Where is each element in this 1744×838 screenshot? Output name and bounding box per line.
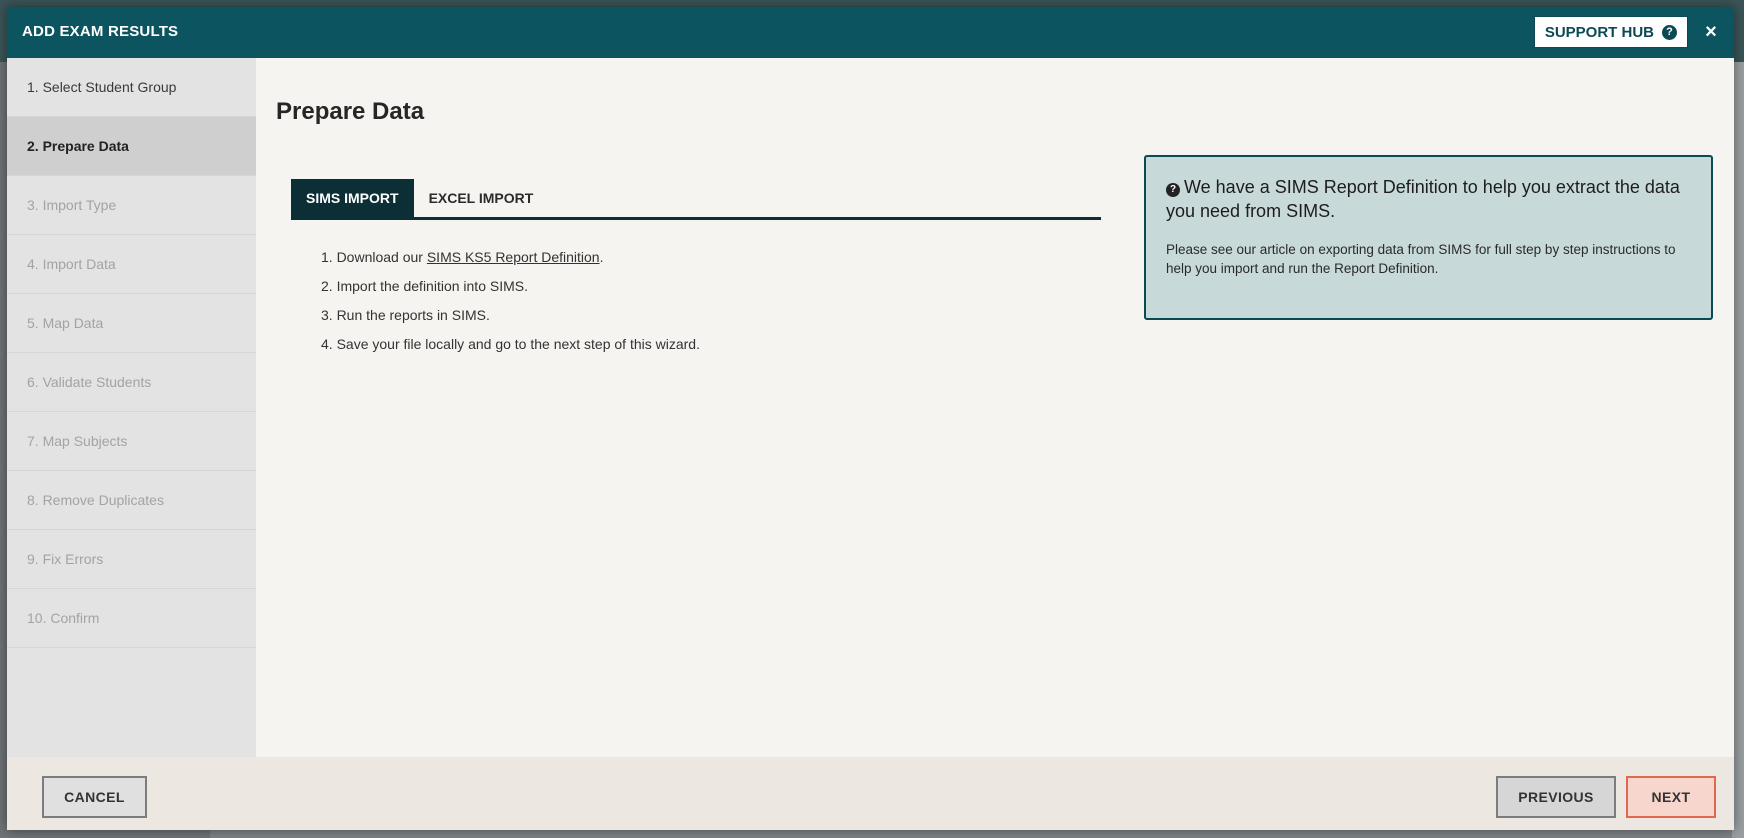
- step-select-student-group[interactable]: 1. Select Student Group: [7, 58, 256, 117]
- add-exam-results-modal: ADD EXAM RESULTS SUPPORT HUB ? × 1. Sele…: [7, 7, 1734, 830]
- instruction-4: 4. Save your file locally and go to the …: [321, 336, 700, 352]
- modal-header: ADD EXAM RESULTS SUPPORT HUB ? ×: [7, 7, 1734, 58]
- sims-info-box: ? We have a SIMS Report Definition to hel…: [1144, 155, 1713, 320]
- info-heading-text: We have a SIMS Report Definition to help…: [1166, 177, 1680, 221]
- step-map-data: 5. Map Data: [7, 294, 256, 353]
- next-button[interactable]: NEXT: [1626, 776, 1716, 818]
- instructions-list: 1. Download our SIMS KS5 Report Definiti…: [321, 248, 700, 364]
- step-confirm: 10. Confirm: [7, 589, 256, 648]
- instruction-1: 1. Download our SIMS KS5 Report Definiti…: [321, 248, 700, 277]
- step-validate-students: 6. Validate Students: [7, 353, 256, 412]
- close-button[interactable]: ×: [1700, 20, 1722, 44]
- tab-sims-import[interactable]: SIMS IMPORT: [291, 179, 414, 217]
- step-prepare-data[interactable]: 2. Prepare Data: [7, 117, 256, 176]
- info-body: Please see our article on exporting data…: [1166, 242, 1676, 276]
- modal-title: ADD EXAM RESULTS: [22, 23, 179, 40]
- wizard-steps-sidebar: 1. Select Student Group 2. Prepare Data …: [7, 58, 256, 757]
- step-map-subjects: 7. Map Subjects: [7, 412, 256, 471]
- support-hub-label: SUPPORT HUB: [1544, 23, 1654, 41]
- report-definition-link[interactable]: SIMS KS5 Report Definition: [427, 249, 600, 265]
- modal-footer: CANCEL PREVIOUS NEXT: [7, 757, 1734, 830]
- instruction-1-suffix: .: [599, 249, 604, 265]
- page-title: Prepare Data: [276, 98, 425, 125]
- tab-excel-import[interactable]: EXCEL IMPORT: [414, 179, 549, 217]
- step-fix-errors: 9. Fix Errors: [7, 530, 256, 589]
- import-tabs: SIMS IMPORT EXCEL IMPORT: [291, 179, 1101, 220]
- question-circle-icon: ?: [1662, 24, 1677, 40]
- instruction-3: 3. Run the reports in SIMS.: [321, 307, 490, 323]
- support-hub-button[interactable]: SUPPORT HUB ?: [1533, 16, 1688, 48]
- step-import-data: 4. Import Data: [7, 235, 256, 294]
- instruction-2: 2. Import the definition into SIMS.: [321, 278, 528, 294]
- step-import-type: 3. Import Type: [7, 176, 256, 235]
- previous-button[interactable]: PREVIOUS: [1496, 776, 1616, 818]
- main-content: Prepare Data SIMS IMPORT EXCEL IMPORT 1.…: [256, 58, 1734, 757]
- question-circle-icon: ?: [1166, 183, 1180, 197]
- cancel-button[interactable]: CANCEL: [42, 776, 147, 818]
- info-heading: ? We have a SIMS Report Definition to hel…: [1166, 175, 1691, 223]
- instruction-1-text: 1. Download our: [321, 249, 427, 265]
- step-remove-duplicates: 8. Remove Duplicates: [7, 471, 256, 530]
